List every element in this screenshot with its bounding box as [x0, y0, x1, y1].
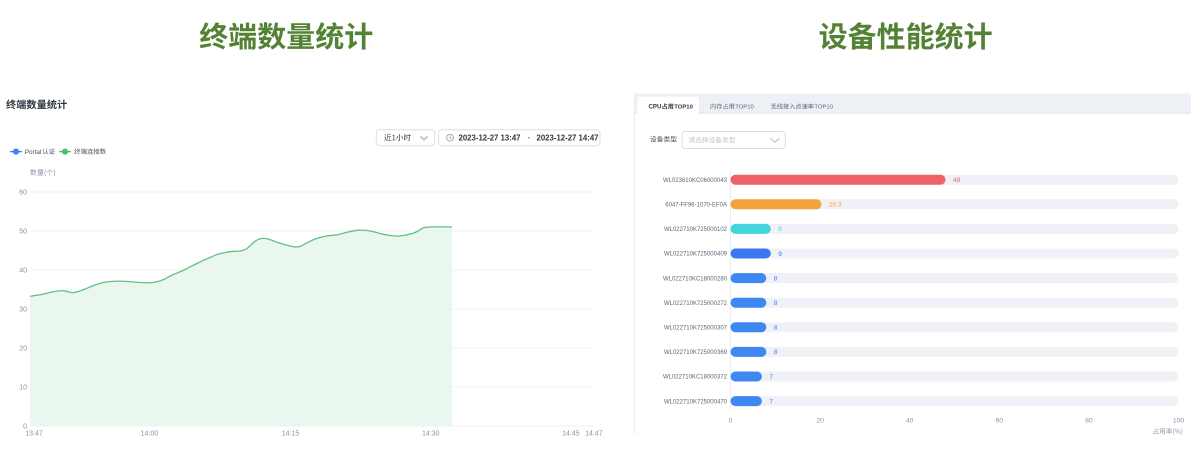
svg-text:14:00: 14:00 — [141, 431, 159, 438]
svg-text:TOP10: TOP10 — [735, 105, 754, 111]
svg-text:8: 8 — [774, 349, 778, 356]
svg-text:60: 60 — [996, 418, 1004, 425]
svg-text:100: 100 — [1173, 418, 1185, 425]
svg-text:WL022710KC18000372: WL022710KC18000372 — [663, 375, 728, 381]
svg-text:-: - — [528, 133, 531, 142]
svg-text:CPU: CPU — [649, 104, 662, 111]
svg-text:14:45: 14:45 — [562, 431, 580, 438]
svg-text:TOP10: TOP10 — [814, 105, 833, 111]
svg-text:80: 80 — [1085, 418, 1093, 425]
svg-text:2023-12-27 13:47: 2023-12-27 13:47 — [459, 133, 521, 142]
svg-text:14:15: 14:15 — [282, 431, 300, 438]
svg-text:30: 30 — [19, 306, 27, 313]
svg-text:40: 40 — [906, 418, 914, 425]
svg-text:WL022710K725000102: WL022710K725000102 — [664, 227, 728, 233]
svg-text:9: 9 — [778, 251, 782, 258]
svg-text:20: 20 — [19, 345, 27, 352]
svg-text:10: 10 — [19, 384, 27, 391]
svg-text:48: 48 — [953, 177, 961, 184]
svg-text:14:30: 14:30 — [422, 431, 440, 438]
svg-text:40: 40 — [19, 267, 27, 274]
svg-text:7: 7 — [769, 374, 773, 381]
svg-text:8: 8 — [774, 300, 778, 307]
svg-text:WL022710K725000272: WL022710K725000272 — [664, 301, 728, 307]
svg-text:7: 7 — [769, 398, 773, 405]
svg-text:8: 8 — [774, 325, 778, 332]
svg-text:0: 0 — [23, 423, 27, 430]
svg-text:8: 8 — [774, 275, 778, 282]
svg-text:WL022710KC18000280: WL022710KC18000280 — [663, 276, 728, 282]
svg-text:0: 0 — [729, 418, 733, 425]
svg-text:14:47: 14:47 — [585, 431, 603, 438]
svg-text:20: 20 — [816, 418, 824, 425]
svg-text:2023-12-27 14:47: 2023-12-27 14:47 — [537, 133, 599, 142]
svg-text:WL022710K725000369: WL022710K725000369 — [664, 350, 728, 356]
svg-text:WL023610KC06000043: WL023610KC06000043 — [663, 178, 728, 184]
svg-text:WL022710K725000307: WL022710K725000307 — [664, 326, 728, 332]
svg-text:WL022710K725000409: WL022710K725000409 — [664, 252, 728, 258]
svg-text:50: 50 — [19, 228, 27, 235]
svg-text:WL022710K725000470: WL022710K725000470 — [664, 399, 728, 405]
svg-text:TOP10: TOP10 — [674, 105, 693, 111]
svg-text:9: 9 — [778, 226, 782, 233]
svg-text:6047-FF96-1070-EF0A: 6047-FF96-1070-EF0A — [665, 203, 727, 209]
svg-text:20.3: 20.3 — [829, 202, 842, 209]
svg-text:13:47: 13:47 — [25, 431, 43, 438]
svg-text:Portal: Portal — [25, 149, 42, 156]
svg-text:60: 60 — [19, 189, 27, 196]
